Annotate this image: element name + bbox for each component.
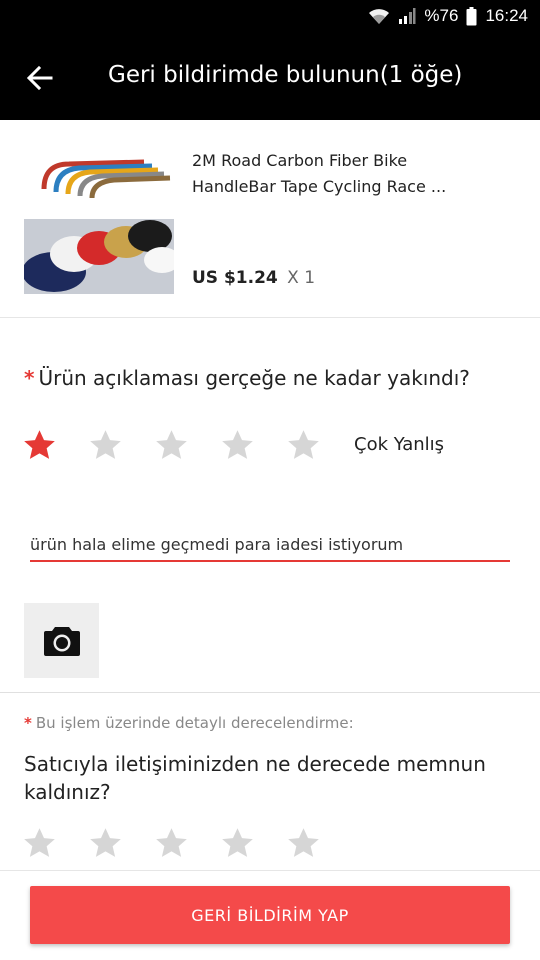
star-icon[interactable] [286, 826, 321, 861]
star-icon[interactable] [88, 826, 123, 861]
submit-feedback-button[interactable]: GERİ BİLDİRİM YAP [30, 886, 510, 944]
star-icon[interactable] [220, 826, 255, 861]
star-icon[interactable] [286, 428, 321, 463]
question-text: Ürün açıklaması gerçeğe ne kadar yakındı… [38, 366, 470, 390]
required-mark: * [24, 366, 35, 390]
status-bar: %76 16:24 [0, 0, 540, 34]
app-bar: Geri bildirimde bulunun(1 öğe) [0, 34, 540, 120]
rating-description-text: Çok Yanlış [354, 434, 445, 455]
star-icon[interactable] [22, 428, 57, 463]
required-mark: * [24, 714, 32, 732]
product-name[interactable]: 2M Road Carbon Fiber Bike HandleBar Tape… [192, 148, 492, 200]
detailed-rating-text: Bu işlem üzerinde detaylı derecelendirme… [35, 714, 354, 732]
wifi-icon [368, 7, 390, 25]
camera-icon [43, 626, 80, 656]
product-card: 2M Road Carbon Fiber Bike HandleBar Tape… [0, 120, 540, 318]
rating-stars-communication [22, 826, 321, 861]
battery-level: %76 [424, 6, 459, 25]
star-icon[interactable] [88, 428, 123, 463]
product-image[interactable] [24, 144, 174, 294]
product-price-row: US $1.24 X 1 [192, 268, 315, 288]
star-icon[interactable] [220, 428, 255, 463]
section-divider [0, 692, 540, 693]
handlebar-tape-image [24, 144, 174, 294]
detailed-rating-label: * Bu işlem üzerinde detaylı derecelendirm… [24, 714, 354, 732]
rating-stars-description [22, 428, 321, 463]
back-button[interactable] [18, 56, 62, 100]
feedback-comment-input[interactable] [30, 528, 510, 562]
page-title: Geri bildirimde bulunun(1 öğe) [108, 62, 463, 88]
battery-icon [466, 6, 477, 26]
product-quantity: X 1 [287, 268, 316, 288]
product-price: US $1.24 [192, 268, 278, 288]
question-description-accuracy: * Ürün açıklaması gerçeğe ne kadar yakınd… [24, 366, 470, 390]
add-photo-button[interactable] [24, 603, 99, 678]
question-seller-communication: Satıcıyla iletişiminizden ne derecede me… [24, 752, 486, 804]
star-icon[interactable] [154, 826, 189, 861]
star-icon[interactable] [22, 826, 57, 861]
signal-icon [398, 7, 416, 25]
clock: 16:24 [485, 6, 528, 25]
star-icon[interactable] [154, 428, 189, 463]
status-icons: %76 16:24 [368, 6, 528, 26]
arrow-left-icon [27, 65, 53, 91]
